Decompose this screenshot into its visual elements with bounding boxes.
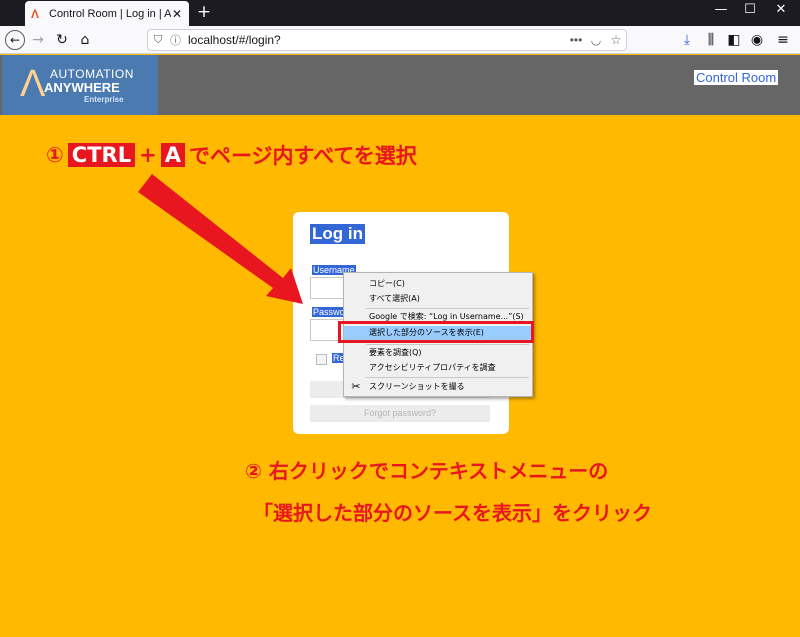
- step2-annotation: ② 右クリックでコンテキストメニューの: [245, 459, 609, 483]
- reload-icon[interactable]: ↻: [52, 30, 72, 50]
- logo-a-icon: Λ: [20, 63, 46, 105]
- tab-close-icon[interactable]: ✕: [171, 7, 183, 21]
- login-title: Log in: [310, 224, 365, 244]
- step1-number: ①: [46, 143, 64, 167]
- automation-anywhere-logo: Λ AUTOMATION ANYWHERE Enterprise: [2, 55, 158, 115]
- info-icon[interactable]: ⓘ: [170, 32, 186, 48]
- forward-button-icon[interactable]: →: [28, 30, 48, 50]
- menu-item-inspect[interactable]: 要素を調査(Q): [344, 346, 532, 360]
- ctrl-key-label: CTRL: [67, 143, 136, 167]
- tab-title: Control Room | Log in | Autom: [49, 7, 171, 20]
- menu-item-inspect-accessibility[interactable]: アクセシビリティプロパティを調査: [344, 361, 532, 375]
- menu-item-select-all[interactable]: すべて選択(A): [344, 292, 532, 306]
- plus-sign: +: [139, 143, 157, 167]
- shield-icon[interactable]: ⛉: [154, 34, 170, 47]
- app-header: Λ AUTOMATION ANYWHERE Enterprise Control…: [0, 55, 800, 115]
- maximize-icon[interactable]: ☐: [735, 2, 765, 17]
- address-bar[interactable]: ⛉ ⓘ localhost/#/login? ••• ◡ ☆: [147, 29, 627, 51]
- menu-item-screenshot[interactable]: スクリーンショットを撮る: [344, 380, 532, 394]
- pocket-icon[interactable]: ◡: [586, 33, 606, 47]
- browser-tab[interactable]: Λ Control Room | Log in | Autom ✕: [25, 1, 189, 26]
- menu-item-copy[interactable]: コピー(C): [344, 277, 532, 291]
- page-actions-icon[interactable]: •••: [566, 33, 586, 47]
- automation-anywhere-favicon-icon: Λ: [31, 6, 40, 21]
- logo-text-line3: Enterprise: [84, 95, 124, 104]
- highlight-box: [338, 321, 534, 343]
- menu-hamburger-icon[interactable]: ≡: [773, 30, 793, 50]
- forgot-password-button[interactable]: Forgot password?: [310, 405, 490, 422]
- a-key-label: A: [160, 143, 185, 167]
- step3-annotation: 「選択した部分のソースを表示」をクリック: [253, 501, 652, 525]
- back-button-icon[interactable]: ←: [5, 30, 25, 50]
- control-room-link[interactable]: Control Room: [694, 70, 779, 85]
- menu-separator: [366, 308, 529, 309]
- remember-checkbox[interactable]: [316, 354, 327, 365]
- download-icon[interactable]: ⤓: [677, 30, 697, 50]
- logo-text-line1: AUTOMATION: [50, 67, 134, 81]
- minimize-icon[interactable]: —: [706, 2, 736, 17]
- account-icon[interactable]: ◉: [747, 30, 767, 50]
- window-close-icon[interactable]: ✕: [766, 2, 796, 17]
- menu-separator: [366, 377, 529, 378]
- step1-annotation: ① CTRL + A でページ内すべてを選択: [46, 140, 417, 170]
- browser-tab-strip: Λ Control Room | Log in | Autom ✕ + — ☐ …: [0, 0, 800, 26]
- home-icon[interactable]: ⌂: [75, 30, 95, 50]
- arrow-shape: [138, 174, 303, 304]
- logo-text-line2: ANYWHERE: [44, 80, 120, 95]
- step1-text: でページ内すべてを選択: [188, 144, 417, 168]
- navigation-toolbar: ← → ↻ ⌂ ⛉ ⓘ localhost/#/login? ••• ◡ ☆ ⤓…: [0, 26, 800, 54]
- sidebar-icon[interactable]: ◧: [724, 30, 744, 50]
- library-icon[interactable]: ⫼: [701, 30, 721, 50]
- new-tab-button[interactable]: +: [194, 2, 214, 22]
- url-text[interactable]: localhost/#/login?: [186, 33, 566, 47]
- bookmark-star-icon[interactable]: ☆: [606, 33, 626, 47]
- menu-separator: [366, 344, 529, 345]
- password-label: Passwo: [312, 307, 346, 317]
